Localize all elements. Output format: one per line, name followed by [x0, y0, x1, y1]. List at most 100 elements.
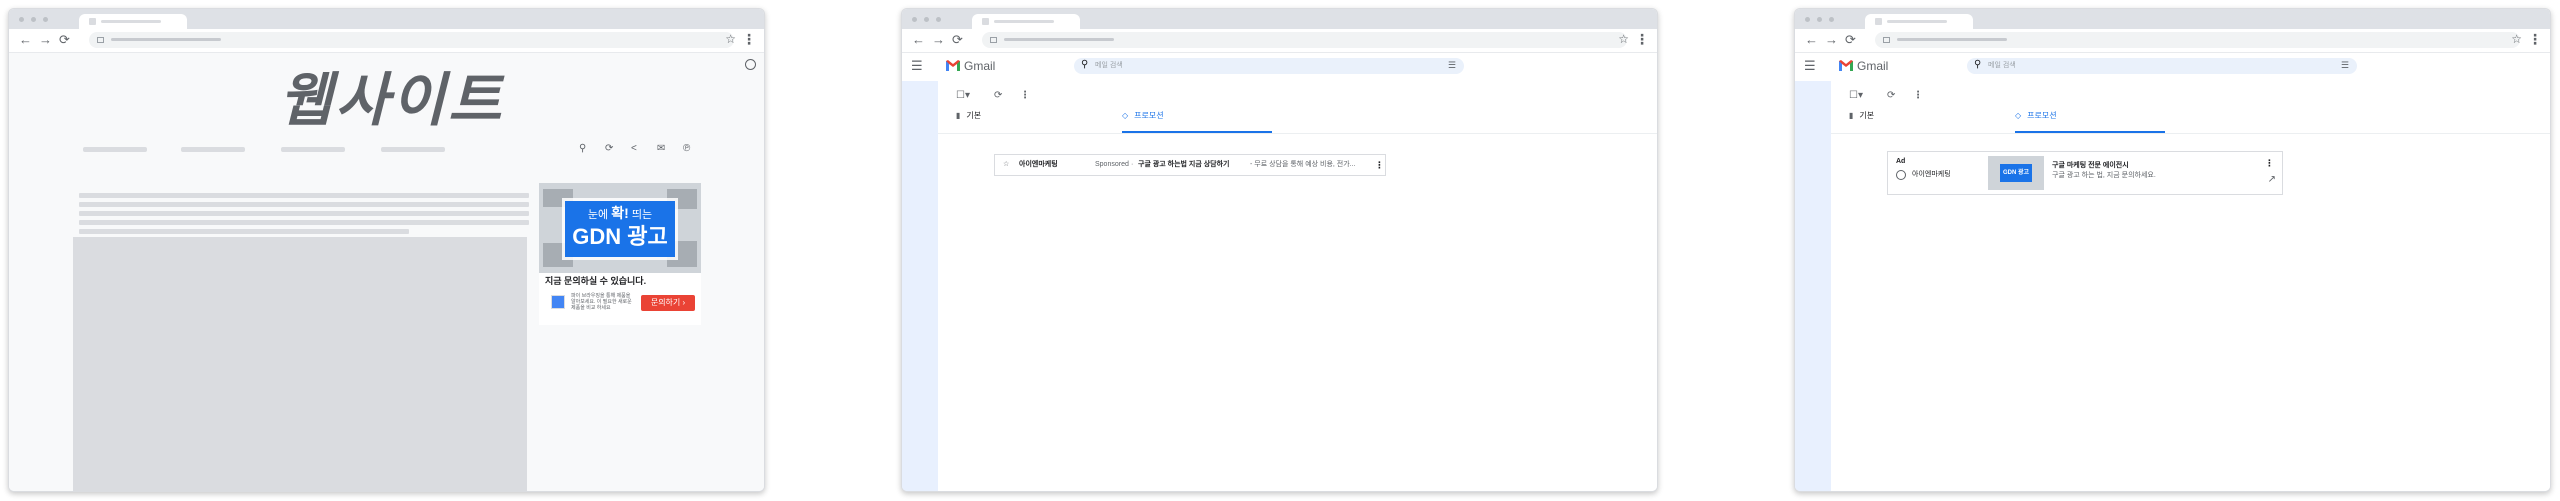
bookmark-star-icon[interactable]: ☆: [2511, 32, 2522, 46]
search-icon[interactable]: ⚲: [1974, 59, 1981, 70]
ad-more-icon[interactable]: ⋮: [2265, 158, 2274, 169]
browser-menu-icon[interactable]: ⋮: [1635, 31, 1649, 48]
mail-icon[interactable]: ✉: [657, 144, 665, 154]
lock-icon: [97, 37, 104, 43]
ad-headline-post: 띄는: [628, 209, 653, 221]
site-logo[interactable]: 웹사이트: [279, 69, 504, 133]
gmail-logo-icon[interactable]: [1839, 60, 1853, 71]
forward-icon[interactable]: →: [39, 33, 52, 46]
reload-icon[interactable]: ⟳: [59, 33, 70, 46]
browser-menu-icon[interactable]: ⋮: [2528, 31, 2542, 48]
email-row-sponsored[interactable]: ☆ 아이엔마케팅 Sponsored · 구글 광고 하는법 지금 상담하기 -…: [994, 154, 1386, 176]
search-options-icon[interactable]: ☰: [1448, 60, 1456, 71]
back-icon[interactable]: ←: [912, 33, 925, 46]
address-bar[interactable]: ☆: [982, 32, 1629, 48]
browser-window-gmail-list: ← → ⟳ ☆ ⋮ ☰ Gmail ⚲ 메일 검색 ☰ ☐▾ ⟳ ⋮ ▮ 기본 …: [901, 8, 1658, 492]
window-minimize-dot[interactable]: [1817, 17, 1822, 22]
forward-icon[interactable]: →: [932, 33, 945, 46]
share-icon[interactable]: <: [631, 144, 637, 154]
tab-promotions-label: 프로모션: [1134, 111, 1164, 120]
ad-headline-bold: 확!: [611, 205, 629, 221]
window-maximize-dot[interactable]: [43, 17, 48, 22]
favicon-icon: [982, 18, 989, 25]
address-bar[interactable]: ☆: [89, 32, 736, 48]
rss-icon[interactable]: ℗: [683, 144, 690, 154]
email-more-icon[interactable]: ⋮: [1375, 155, 1384, 175]
gmail-logo-icon[interactable]: [946, 60, 960, 71]
address-bar[interactable]: ☆: [1875, 32, 2522, 48]
tag-icon: ◇: [2015, 111, 2022, 120]
forward-icon[interactable]: →: [1825, 33, 1838, 46]
gmail-ad-card[interactable]: Ad 아이엔마케팅 GDN 광고 구글 마케팅 전문 에이전시 구글 광고 하는…: [1887, 151, 2283, 195]
ad-headline-small: 눈에 확! 띄는: [565, 205, 675, 221]
browser-tab[interactable]: [1865, 14, 1973, 29]
nav-link-1[interactable]: [83, 147, 147, 152]
main-menu-icon[interactable]: ☰: [1804, 59, 1816, 72]
more-options-icon[interactable]: ⋮: [1020, 91, 1030, 101]
tab-divider: [938, 133, 1657, 134]
refresh-icon[interactable]: ⟳: [1887, 91, 1895, 101]
mail-search-input[interactable]: ⚲ 메일 검색 ☰: [1074, 58, 1464, 74]
window-minimize-dot[interactable]: [31, 17, 36, 22]
select-checkbox-icon[interactable]: ☐▾: [1849, 91, 1863, 101]
lock-icon: [1883, 37, 1890, 43]
window-minimize-dot[interactable]: [924, 17, 929, 22]
bookmark-star-icon[interactable]: ☆: [725, 32, 736, 46]
tab-promotions[interactable]: ◇ 프로모션: [2015, 111, 2057, 121]
ad-cta-button[interactable]: 문의하기 ›: [641, 295, 695, 311]
browser-menu-icon[interactable]: ⋮: [742, 31, 756, 48]
back-icon[interactable]: ←: [1805, 33, 1818, 46]
left-navigation-rail: [902, 81, 938, 491]
account-icon[interactable]: [745, 59, 756, 70]
tab-primary[interactable]: ▮ 기본: [1849, 111, 1874, 121]
search-options-icon[interactable]: ☰: [2341, 60, 2349, 71]
reload-icon[interactable]: ⟳: [1845, 33, 1856, 46]
search-icon[interactable]: ⚲: [579, 144, 586, 154]
ad-headline-panel: 눈에 확! 띄는 GDN 광고: [565, 201, 675, 257]
tab-divider: [1831, 133, 2550, 134]
more-options-icon[interactable]: ⋮: [1913, 91, 1923, 101]
star-icon[interactable]: ☆: [1003, 155, 1009, 175]
nav-link-3[interactable]: [281, 147, 345, 152]
browser-window-gmail-ad: ← → ⟳ ☆ ⋮ ☰ Gmail ⚲ 메일 검색 ☰ ☐▾ ⟳ ⋮ ▮ 기본 …: [1794, 8, 2551, 492]
url-placeholder: [1897, 38, 2007, 41]
bookmark-star-icon[interactable]: ☆: [1618, 32, 1629, 46]
mail-list-area: ☐▾ ⟳ ⋮ ▮ 기본 ◇ 프로모션 ☆ 아이엔마케팅 Sponsored · 구글…: [938, 81, 1657, 491]
browser-tab[interactable]: [972, 14, 1080, 29]
gmail-header: ☰ Gmail ⚲ 메일 검색 ☰: [902, 53, 1657, 81]
tab-primary-label: 기본: [966, 111, 982, 120]
tab-title-placeholder: [101, 20, 161, 23]
select-checkbox-icon[interactable]: ☐▾: [956, 91, 970, 101]
ad-headline-pre: 눈에: [587, 209, 612, 221]
tab-primary[interactable]: ▮ 기본: [956, 111, 981, 121]
refresh-icon[interactable]: ⟳: [605, 144, 613, 154]
nav-link-4[interactable]: [381, 147, 445, 152]
email-sender: 아이엔마케팅: [1019, 161, 1058, 168]
browser-window-website: ← → ⟳ ☆ ⋮ 웹사이트 ⚲ ⟳ < ✉ ℗ 눈에 확! 띄는 GDN 광고…: [8, 8, 765, 492]
tab-strip: [902, 9, 1657, 29]
nav-link-2[interactable]: [181, 147, 245, 152]
window-close-dot[interactable]: [912, 17, 917, 22]
search-icon[interactable]: ⚲: [1081, 59, 1088, 70]
gmail-app-name: Gmail: [964, 59, 996, 73]
browser-tab[interactable]: [79, 14, 187, 29]
ad-thumbnail[interactable]: GDN 광고: [1988, 156, 2044, 190]
text-line: [79, 193, 529, 198]
email-subject: 구글 광고 하는법 지금 상담하기: [1138, 161, 1230, 168]
open-external-icon[interactable]: ↗: [2268, 174, 2276, 185]
window-close-dot[interactable]: [1805, 17, 1810, 22]
mail-list-area: ☐▾ ⟳ ⋮ ▮ 기본 ◇ 프로모션 Ad 아이엔마케팅 GDN 광고 구글 마케팅…: [1831, 81, 2550, 491]
display-ad[interactable]: 눈에 확! 띄는 GDN 광고 지금 문의하실 수 있습니다. 파이 브라우징을…: [539, 183, 701, 325]
main-menu-icon[interactable]: ☰: [911, 59, 923, 72]
refresh-icon[interactable]: ⟳: [994, 91, 1002, 101]
window-maximize-dot[interactable]: [1829, 17, 1834, 22]
tab-promotions-label: 프로모션: [2027, 111, 2057, 120]
url-placeholder: [111, 38, 221, 41]
back-icon[interactable]: ←: [19, 33, 32, 46]
text-line: [79, 229, 409, 234]
reload-icon[interactable]: ⟳: [952, 33, 963, 46]
tab-promotions[interactable]: ◇ 프로모션: [1122, 111, 1164, 121]
window-maximize-dot[interactable]: [936, 17, 941, 22]
window-close-dot[interactable]: [19, 17, 24, 22]
mail-search-input[interactable]: ⚲ 메일 검색 ☰: [1967, 58, 2357, 74]
